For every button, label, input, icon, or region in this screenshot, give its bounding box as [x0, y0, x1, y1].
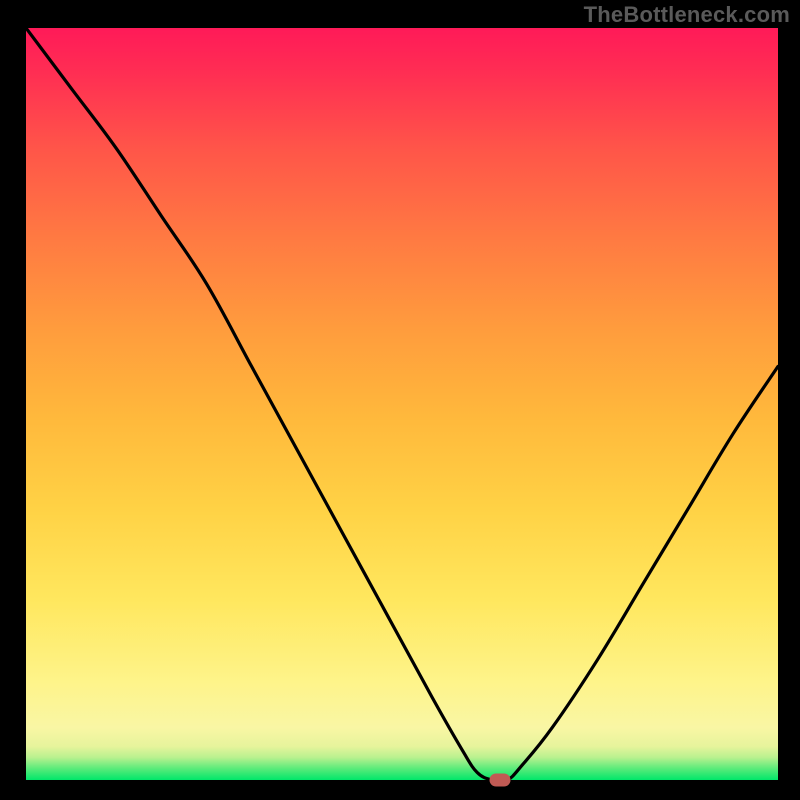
chart-frame: TheBottleneck.com — [0, 0, 800, 800]
watermark-text: TheBottleneck.com — [584, 2, 790, 28]
optimal-marker — [489, 774, 510, 787]
curve-path — [26, 28, 778, 780]
bottleneck-curve — [26, 28, 778, 780]
